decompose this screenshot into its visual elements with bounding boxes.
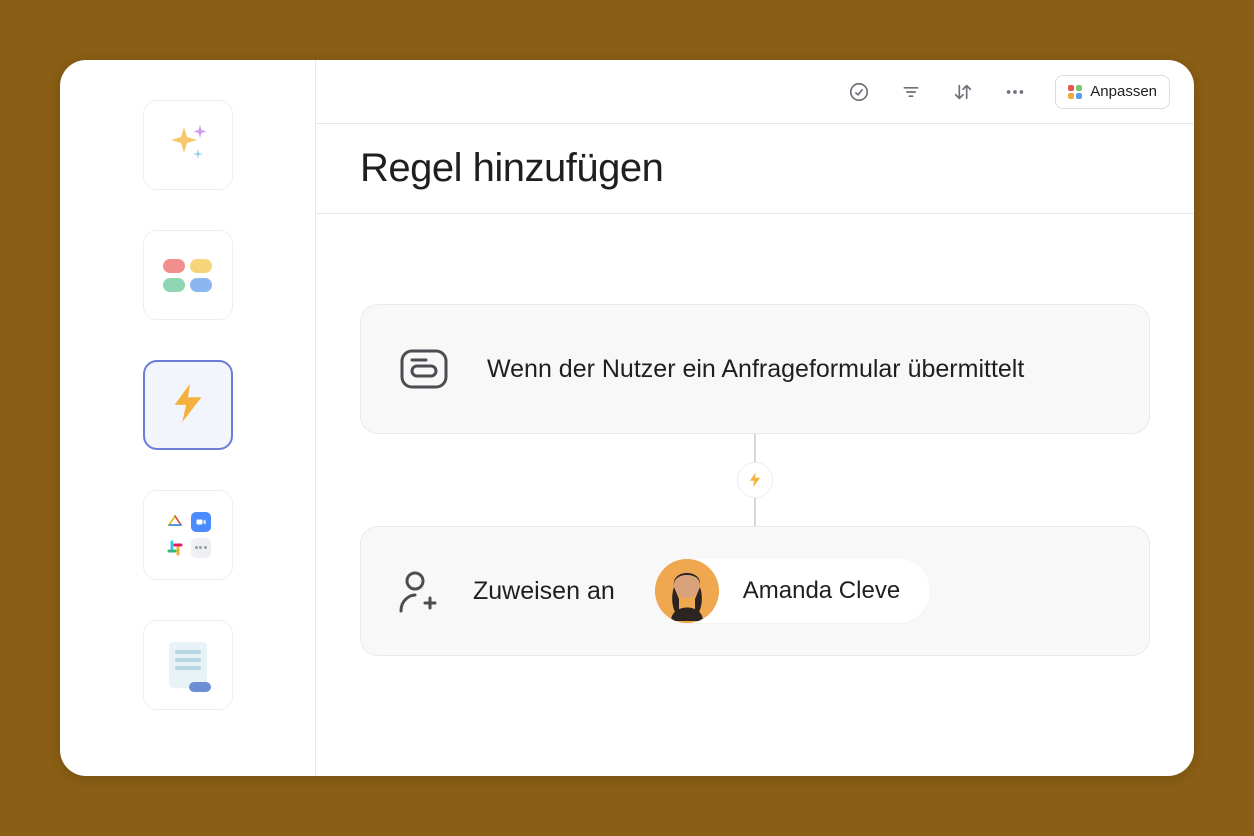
sidebar-item-ai-sparkle[interactable] bbox=[143, 100, 233, 190]
customize-grid-icon bbox=[1068, 85, 1082, 99]
rule-canvas: Wenn der Nutzer ein Anfrageformular über… bbox=[316, 214, 1194, 776]
trigger-card[interactable]: Wenn der Nutzer ein Anfrageformular über… bbox=[360, 304, 1150, 434]
more-icon[interactable] bbox=[1003, 80, 1027, 104]
bolt-icon bbox=[165, 380, 211, 431]
main-area: Anpassen Regel hinzufügen Wenn der Nutze bbox=[316, 60, 1194, 776]
sparkle-icon bbox=[164, 119, 212, 172]
check-circle-icon[interactable] bbox=[847, 80, 871, 104]
action-label: Zuweisen an bbox=[473, 577, 615, 606]
form-icon bbox=[397, 348, 451, 390]
assignee-avatar bbox=[655, 559, 719, 623]
assignee-pill[interactable]: Amanda Cleve bbox=[655, 559, 930, 623]
outer-frame: Anpassen Regel hinzufügen Wenn der Nutze bbox=[0, 0, 1254, 836]
trigger-text: Wenn der Nutzer ein Anfrageformular über… bbox=[487, 355, 1024, 384]
document-icon bbox=[169, 642, 207, 688]
action-card[interactable]: Zuweisen an Amanda bbox=[360, 526, 1150, 656]
page-title: Regel hinzufügen bbox=[360, 146, 663, 191]
page-title-row: Regel hinzufügen bbox=[316, 124, 1194, 214]
toolbar: Anpassen bbox=[316, 60, 1194, 124]
app-window: Anpassen Regel hinzufügen Wenn der Nutze bbox=[60, 60, 1194, 776]
assignee-name: Amanda Cleve bbox=[743, 577, 900, 605]
assign-person-icon bbox=[397, 569, 437, 613]
connector-bolt-icon bbox=[737, 462, 773, 498]
connector bbox=[737, 434, 773, 526]
customize-button[interactable]: Anpassen bbox=[1055, 75, 1170, 109]
customize-label: Anpassen bbox=[1090, 83, 1157, 100]
filter-icon[interactable] bbox=[899, 80, 923, 104]
pills-icon bbox=[163, 259, 212, 292]
sort-icon[interactable] bbox=[951, 80, 975, 104]
sidebar-item-automation-bolt[interactable] bbox=[143, 360, 233, 450]
apps-icon bbox=[165, 512, 211, 558]
sidebar-item-integrations-apps[interactable] bbox=[143, 490, 233, 580]
sidebar bbox=[60, 60, 316, 776]
sidebar-item-color-pills[interactable] bbox=[143, 230, 233, 320]
sidebar-item-document-template[interactable] bbox=[143, 620, 233, 710]
